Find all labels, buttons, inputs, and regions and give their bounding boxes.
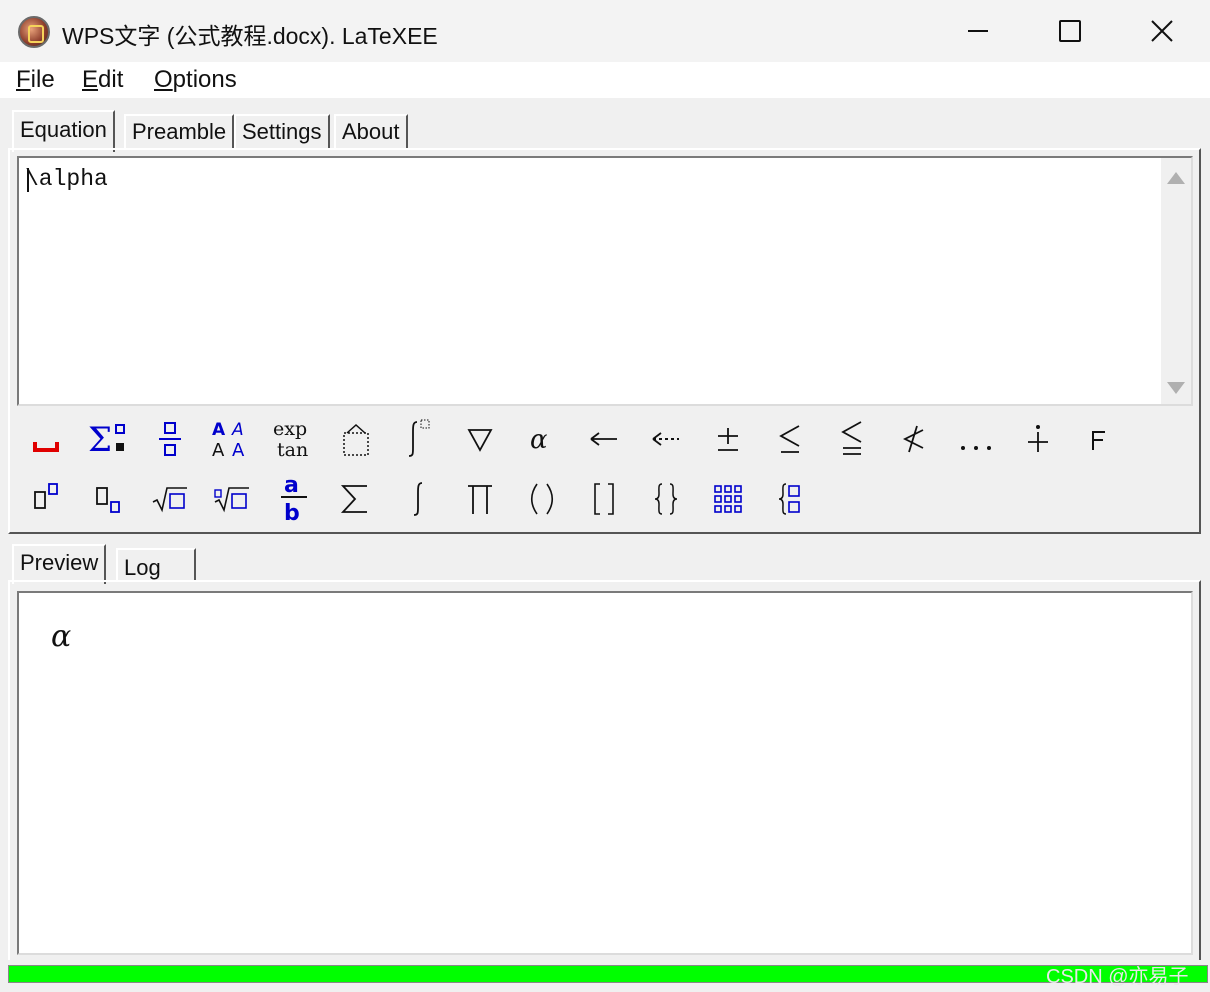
svg-text:Σ: Σ — [88, 420, 112, 459]
space-button[interactable] — [20, 416, 72, 462]
exp-tan-icon: exptan — [273, 418, 308, 460]
dotted-left-arrow-button[interactable] — [640, 416, 692, 462]
equation-editor[interactable]: \alpha — [17, 156, 1193, 406]
tab-preamble[interactable]: Preamble — [124, 114, 235, 148]
svg-text:A: A — [232, 440, 245, 459]
editor-scrollbar[interactable] — [1161, 158, 1191, 404]
close-icon — [1151, 20, 1173, 42]
equation-text: \alpha — [25, 166, 108, 192]
tab-about[interactable]: About — [334, 114, 408, 148]
menu-options[interactable]: Options — [154, 66, 237, 94]
left-arrow-icon — [590, 432, 617, 446]
svg-text:a: a — [284, 473, 299, 498]
cases-button[interactable] — [764, 476, 816, 522]
leqq-button[interactable] — [826, 416, 878, 462]
sqrt-icon — [152, 487, 187, 513]
sigma-icon — [340, 485, 367, 513]
leqq-icon — [841, 421, 862, 455]
matrix-icon — [714, 485, 742, 513]
superscript-button[interactable] — [20, 476, 72, 522]
subscript-icon — [96, 487, 120, 513]
nth-root-button[interactable] — [206, 476, 258, 522]
fraction-stack-button[interactable] — [144, 416, 196, 462]
left-arrow-button[interactable] — [578, 416, 630, 462]
dot-plus-icon — [1028, 425, 1048, 452]
dot-plus-button[interactable] — [1012, 416, 1064, 462]
alpha-icon: α — [530, 425, 548, 454]
preview-rendered-equation: α — [51, 619, 72, 654]
fraction-ab-button[interactable]: ab — [268, 470, 320, 526]
plus-minus-icon — [718, 428, 738, 451]
integral-limits-icon — [408, 419, 430, 457]
superscript-icon — [34, 483, 58, 509]
maximize-button[interactable] — [1024, 0, 1116, 62]
parentheses-icon — [530, 483, 554, 515]
watermark: CSDN @亦易子 — [1046, 966, 1189, 988]
alpha-button[interactable]: α — [516, 416, 568, 462]
font-styles-icon: A AA A — [212, 420, 245, 459]
menu-edit[interactable]: Edit — [82, 66, 123, 94]
menu-file[interactable]: File — [16, 66, 55, 94]
corner-button[interactable] — [1074, 416, 1126, 462]
minimize-button[interactable] — [932, 0, 1024, 62]
svg-text:exp: exp — [273, 418, 307, 440]
svg-text:α: α — [530, 425, 548, 454]
cases-icon — [778, 483, 800, 515]
braces-button[interactable] — [640, 476, 692, 522]
sum-matrix-icon: Σ — [88, 420, 125, 459]
leq-icon — [779, 425, 800, 453]
menu-bar: File Edit Options — [0, 62, 1210, 98]
sigma-button[interactable] — [330, 476, 382, 522]
font-styles-button[interactable]: AAAA — [206, 416, 258, 462]
not-less-button[interactable] — [888, 416, 940, 462]
integral-limits-button[interactable] — [392, 416, 444, 462]
braces-icon — [654, 483, 678, 515]
progress-fill — [9, 966, 1207, 982]
fraction-stack-icon — [159, 422, 181, 456]
svg-text:A: A — [212, 420, 226, 440]
accent-box-icon — [343, 423, 369, 456]
corner-icon — [1092, 431, 1105, 450]
svg-text:b: b — [284, 501, 300, 524]
plus-minus-button[interactable] — [702, 416, 754, 462]
matrix-button[interactable] — [702, 476, 754, 522]
tab-log[interactable]: Log — [116, 548, 196, 582]
progress-bar — [8, 965, 1208, 983]
sum-matrix-button[interactable]: Σ — [82, 416, 134, 462]
dotted-left-arrow-icon — [652, 432, 679, 446]
product-icon — [468, 485, 492, 514]
svg-text:tan: tan — [277, 439, 308, 460]
nabla-button[interactable] — [454, 416, 506, 462]
brackets-icon — [594, 483, 614, 515]
svg-text:A: A — [212, 440, 225, 459]
svg-text:A: A — [231, 420, 244, 440]
integral-icon — [413, 482, 423, 516]
ellipsis-icon — [961, 446, 991, 450]
title-bar: WPS文字 (公式教程.docx). LaTeXEE — [0, 0, 1210, 62]
scroll-down-icon[interactable] — [1167, 382, 1185, 394]
nabla-icon — [467, 429, 493, 452]
integral-button[interactable] — [392, 476, 444, 522]
tab-preview[interactable]: Preview — [12, 544, 107, 584]
subscript-button[interactable] — [82, 476, 134, 522]
not-less-icon — [902, 425, 924, 453]
accent-box-button[interactable] — [330, 416, 382, 462]
leq-button[interactable] — [764, 416, 816, 462]
parentheses-button[interactable] — [516, 476, 568, 522]
preview-area: α — [17, 591, 1193, 955]
brackets-button[interactable] — [578, 476, 630, 522]
product-button[interactable] — [454, 476, 506, 522]
scroll-up-icon[interactable] — [1167, 172, 1185, 184]
space-icon — [33, 442, 59, 452]
exp-tan-button[interactable]: exp tan — [268, 416, 320, 462]
sqrt-button[interactable] — [144, 476, 196, 522]
tab-settings[interactable]: Settings — [234, 114, 330, 148]
ellipsis-button[interactable] — [950, 416, 1002, 462]
latexee-app-icon[interactable] — [18, 16, 50, 48]
fraction-ab-icon: ab — [281, 473, 307, 524]
window-title: WPS文字 (公式教程.docx). LaTeXEE — [62, 23, 438, 49]
close-button[interactable] — [1116, 0, 1208, 62]
nth-root-icon — [214, 487, 249, 513]
tab-equation[interactable]: Equation — [12, 110, 115, 152]
